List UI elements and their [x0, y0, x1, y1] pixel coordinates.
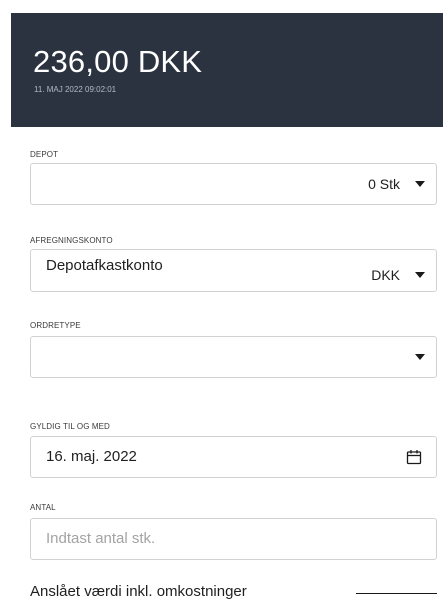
quantity-placeholder: Indtast antal stk. — [46, 530, 156, 547]
depot-quantity: 0 Stk — [368, 176, 400, 192]
chevron-down-icon[interactable] — [415, 354, 425, 360]
chevron-down-icon[interactable] — [415, 181, 425, 187]
settlement-account-select[interactable]: Depotafkastkonto DKK — [30, 249, 437, 292]
settlement-account-label: AFREGNINGSKONTO — [30, 236, 113, 245]
settlement-account-value: Depotafkastkonto — [46, 257, 163, 274]
order-type-label: ORDRETYPE — [30, 321, 81, 330]
order-type-select[interactable] — [30, 336, 437, 378]
price-header: 236,00 DKK 11. MAJ 2022 09:02:01 — [11, 13, 443, 127]
depot-label: DEPOT — [30, 150, 59, 159]
depot-select[interactable]: 0 Stk — [30, 163, 437, 205]
current-price: 236,00 DKK — [33, 44, 203, 79]
valid-until-field[interactable]: 16. maj. 2022 — [30, 436, 437, 478]
valid-until-value: 16. maj. 2022 — [46, 448, 137, 465]
estimate-label: Anslået værdi inkl. omkostninger — [30, 583, 247, 599]
chevron-down-icon[interactable] — [415, 272, 425, 278]
estimate-value-underline — [356, 593, 437, 594]
quantity-input[interactable]: Indtast antal stk. — [30, 518, 437, 560]
price-timestamp: 11. MAJ 2022 09:02:01 — [34, 85, 117, 94]
quantity-label: ANTAL — [30, 503, 56, 512]
calendar-icon[interactable] — [406, 449, 422, 465]
settlement-account-currency: DKK — [371, 267, 400, 283]
valid-until-label: GYLDIG TIL OG MED — [30, 422, 110, 431]
